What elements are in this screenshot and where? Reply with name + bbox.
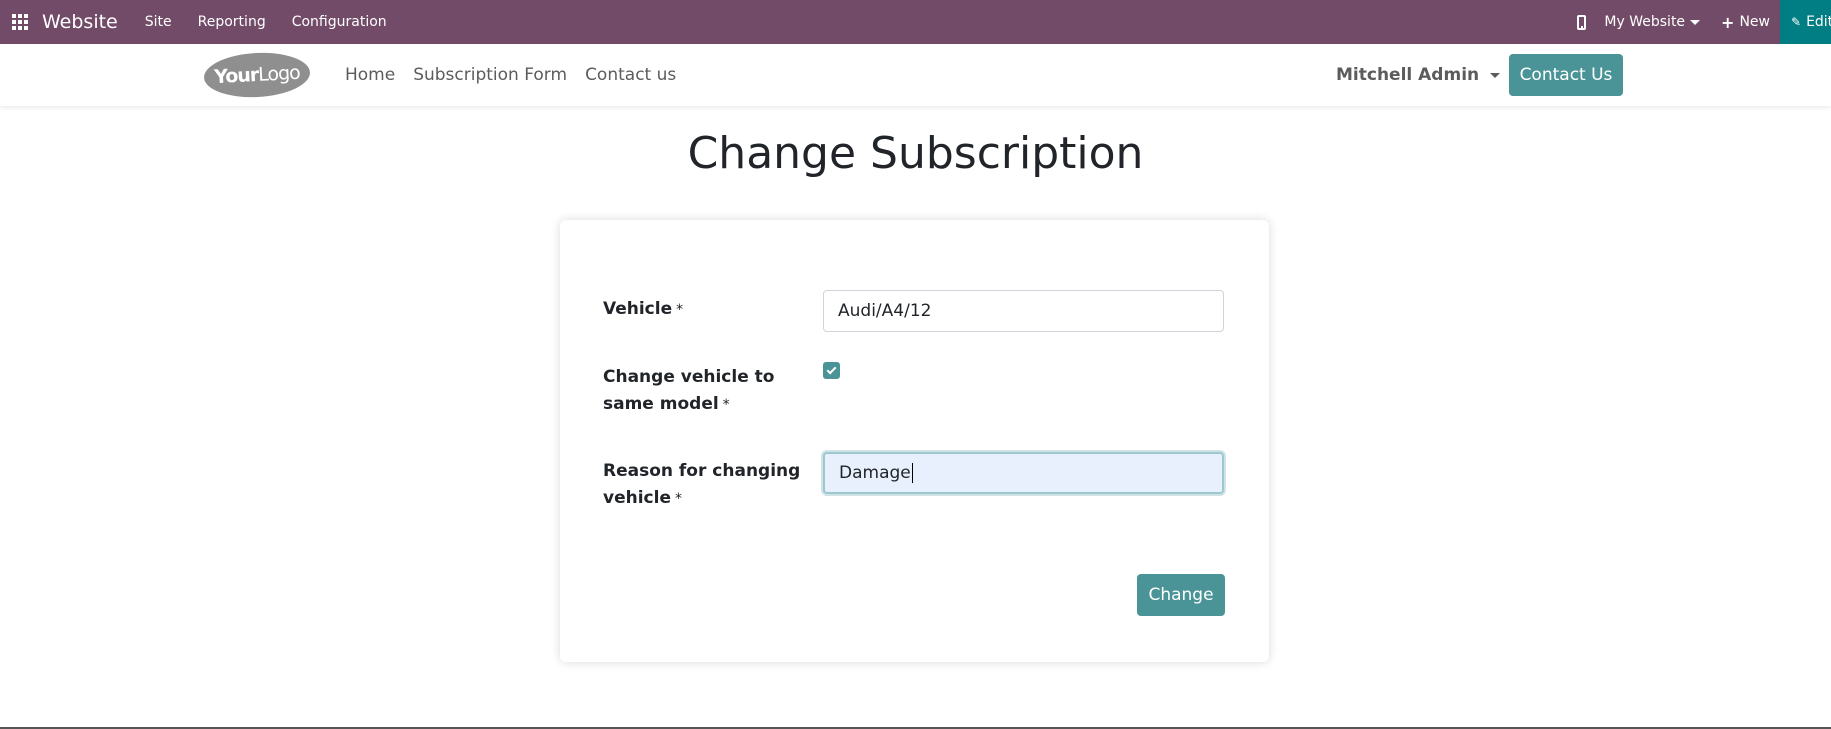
change-subscription-form: Vehicle * Audi/A4/12 Change vehicle to sa… bbox=[560, 220, 1269, 662]
required-mark: * bbox=[674, 491, 682, 507]
website-switcher[interactable]: My Website bbox=[1604, 14, 1701, 30]
checkmark-icon bbox=[826, 364, 837, 375]
vehicle-label: Vehicle * bbox=[603, 296, 683, 324]
logo-text-bold: Your bbox=[213, 63, 259, 89]
new-button[interactable]: + New bbox=[1721, 13, 1770, 32]
chevron-down-icon bbox=[1690, 19, 1701, 25]
apps-grid-icon[interactable] bbox=[11, 13, 29, 31]
reason-label-line1: Reason for changing bbox=[603, 461, 801, 481]
nav-home[interactable]: Home bbox=[336, 65, 404, 85]
website-switcher-label: My Website bbox=[1604, 14, 1686, 30]
site-logo[interactable]: Your Logo bbox=[202, 50, 312, 100]
plus-icon: + bbox=[1721, 12, 1735, 32]
new-button-label: New bbox=[1739, 14, 1770, 30]
reason-input-value: Damage bbox=[839, 463, 911, 483]
menu-configuration[interactable]: Configuration bbox=[292, 14, 387, 30]
reason-input[interactable]: Damage bbox=[823, 452, 1224, 494]
same-model-label: Change vehicle to same model * bbox=[603, 364, 774, 419]
edit-button[interactable]: ✎ Edit bbox=[1780, 0, 1831, 44]
text-cursor bbox=[911, 463, 913, 483]
admin-navbar: Website Site Reporting Configuration My … bbox=[0, 0, 1831, 44]
main-nav: Home Subscription Form Contact us bbox=[336, 44, 685, 106]
website-header: Your Logo Home Subscription Form Contact … bbox=[0, 44, 1831, 106]
same-model-checkbox[interactable] bbox=[823, 362, 840, 379]
vehicle-input-value: Audi/A4/12 bbox=[838, 301, 932, 321]
same-model-label-line2: same model bbox=[603, 394, 719, 414]
required-mark: * bbox=[676, 302, 684, 318]
menu-reporting[interactable]: Reporting bbox=[198, 14, 266, 30]
vehicle-input[interactable]: Audi/A4/12 bbox=[823, 290, 1224, 332]
contact-us-button[interactable]: Contact Us bbox=[1509, 54, 1623, 96]
reason-label-line2: vehicle bbox=[603, 488, 671, 508]
nav-subscription-form[interactable]: Subscription Form bbox=[404, 65, 576, 85]
edit-button-label: Edit bbox=[1806, 14, 1831, 30]
change-button[interactable]: Change bbox=[1137, 574, 1225, 616]
required-mark: * bbox=[722, 397, 730, 413]
pencil-icon: ✎ bbox=[1791, 15, 1802, 29]
logo-text-light: Logo bbox=[257, 61, 301, 86]
reason-label: Reason for changing vehicle * bbox=[603, 458, 800, 513]
chevron-down-icon bbox=[1490, 72, 1501, 78]
user-menu[interactable]: Mitchell Admin bbox=[1336, 44, 1501, 106]
app-brand[interactable]: Website bbox=[42, 11, 118, 33]
page-title: Change Subscription bbox=[687, 128, 1144, 179]
same-model-label-line1: Change vehicle to bbox=[603, 367, 775, 387]
vehicle-label-text: Vehicle bbox=[603, 299, 673, 319]
nav-contact-us[interactable]: Contact us bbox=[576, 65, 685, 85]
user-name: Mitchell Admin bbox=[1336, 65, 1480, 85]
mobile-preview-icon[interactable] bbox=[1577, 14, 1587, 30]
menu-site[interactable]: Site bbox=[145, 14, 172, 30]
